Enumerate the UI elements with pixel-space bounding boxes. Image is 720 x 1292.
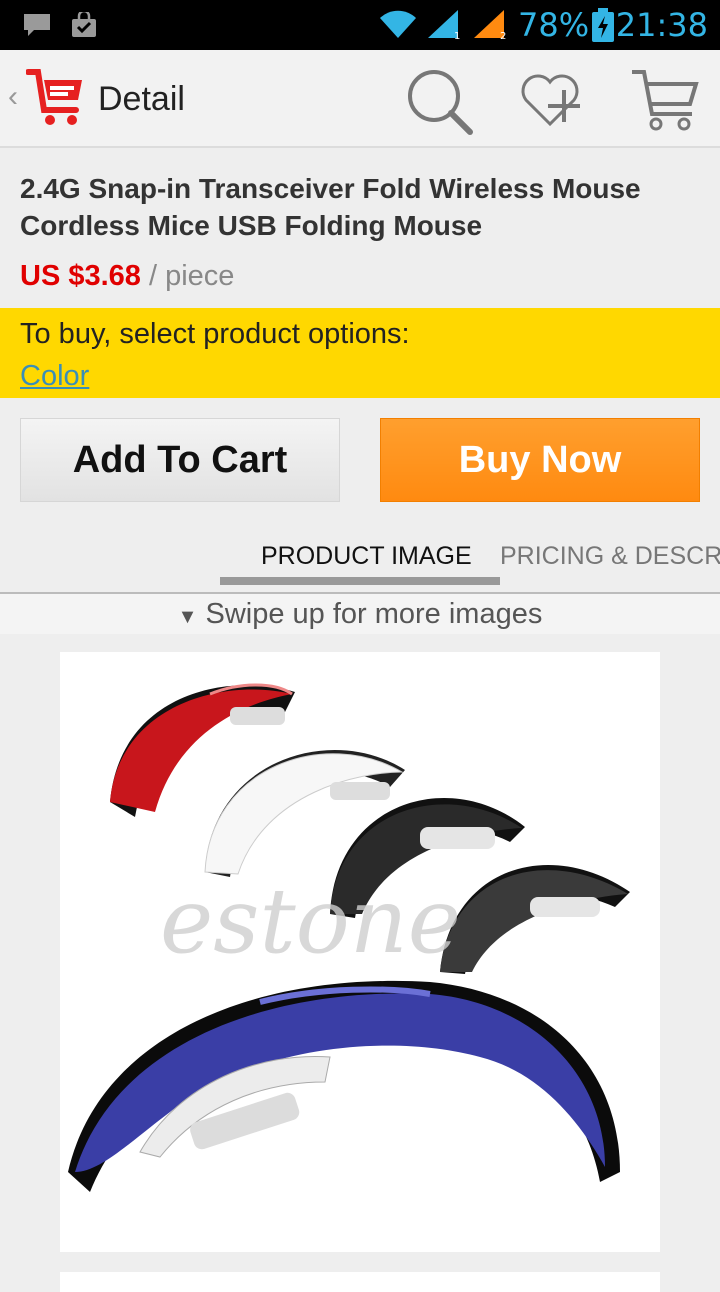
- svg-text:1: 1: [454, 31, 460, 40]
- product-price: US $3.68: [20, 260, 141, 292]
- triangle-down-icon: ▼: [177, 606, 198, 628]
- swipe-hint: ▼ Swipe up for more images: [0, 594, 720, 634]
- search-icon[interactable]: [402, 64, 476, 138]
- swipe-hint-text: Swipe up for more images: [205, 598, 543, 630]
- watermark-text: estone: [160, 869, 461, 974]
- price-row: US $3.68 / piece: [20, 260, 234, 293]
- signal-2-icon: 2: [474, 10, 506, 40]
- page-title: Detail: [98, 80, 185, 118]
- active-tab-indicator: [220, 577, 500, 585]
- battery-percent: 78%: [518, 6, 590, 44]
- blue-mouse: [68, 980, 620, 1192]
- action-bar: ‹ Detail: [0, 50, 720, 148]
- tab-product-image[interactable]: PRODUCT IMAGE: [261, 542, 472, 571]
- color-option-link[interactable]: Color: [20, 360, 89, 393]
- message-icon: [24, 14, 50, 36]
- signal-1-icon: 1: [428, 10, 460, 40]
- wifi-icon: [380, 10, 416, 38]
- battery-charging-icon: [592, 8, 614, 42]
- add-to-cart-button[interactable]: Add To Cart: [20, 418, 340, 502]
- svg-text:2: 2: [500, 31, 506, 40]
- price-unit: / piece: [148, 260, 235, 292]
- buy-now-button[interactable]: Buy Now: [380, 418, 700, 502]
- product-options-banner: To buy, select product options: Color: [0, 308, 720, 398]
- next-image-card: [60, 1272, 660, 1292]
- bag-check-icon: [72, 12, 96, 37]
- gray-mouse: [440, 864, 630, 974]
- clock: 21:38: [615, 6, 708, 44]
- product-title: 2.4G Snap-in Transceiver Fold Wireless M…: [20, 173, 641, 241]
- status-bar: 1 2 78% 21:38: [0, 0, 720, 50]
- back-chevron-icon[interactable]: ‹: [8, 80, 18, 114]
- folding-mouse-illustration: estone: [68, 683, 630, 1192]
- tab-pricing-description[interactable]: PRICING & DESCRIPTION: [500, 542, 720, 571]
- cart-logo-icon[interactable]: [26, 66, 86, 130]
- product-image[interactable]: estone: [60, 652, 660, 1252]
- options-prompt: To buy, select product options:: [20, 318, 410, 350]
- cart-icon[interactable]: [628, 64, 702, 138]
- wishlist-add-icon[interactable]: [516, 64, 590, 138]
